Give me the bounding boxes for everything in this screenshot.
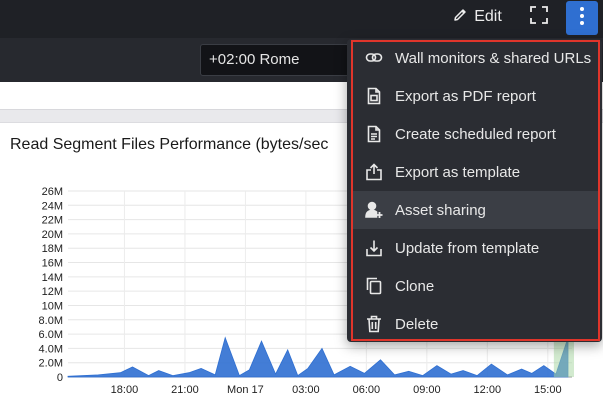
y-tick-label: 10M <box>42 300 63 312</box>
menu-item-label: Asset sharing <box>395 201 486 219</box>
menu-item-label: Delete <box>395 315 439 333</box>
export-icon <box>365 163 383 181</box>
edit-label: Edit <box>474 8 502 25</box>
menu-item-label: Create scheduled report <box>395 125 556 143</box>
y-tick-label: 24M <box>42 200 63 212</box>
fullscreen-icon <box>530 5 548 29</box>
menu-item-label: Export as PDF report <box>395 87 536 105</box>
x-tick-label: 18:00 <box>111 384 139 396</box>
menu-item-clone[interactable]: Clone <box>351 267 600 305</box>
pdf-report-icon <box>365 87 383 105</box>
y-tick-label: 14M <box>42 272 63 284</box>
y-tick-label: 12M <box>42 286 63 298</box>
y-tick-label: 18M <box>42 243 63 255</box>
menu-item-update-template[interactable]: Update from template <box>351 229 600 267</box>
top-bar <box>0 0 603 38</box>
x-tick-label: 21:00 <box>171 384 199 396</box>
timezone-select[interactable]: +02:00 Rome <box>200 44 350 76</box>
y-tick-label: 6.0M <box>39 329 63 341</box>
x-tick-label: 06:00 <box>353 384 381 396</box>
y-tick-label: 4.0M <box>39 343 63 355</box>
x-tick-label: 03:00 <box>292 384 320 396</box>
x-tick-label: 12:00 <box>474 384 502 396</box>
y-tick-label: 8.0M <box>39 315 63 327</box>
x-tick-label: 15:00 <box>534 384 562 396</box>
user-share-icon <box>365 201 383 219</box>
trash-icon <box>365 315 383 333</box>
y-tick-label: 22M <box>42 215 63 227</box>
x-tick-label: 09:00 <box>413 384 441 396</box>
series-area <box>67 336 569 378</box>
kebab-icon <box>579 6 585 31</box>
y-tick-label: 2.0M <box>39 358 63 370</box>
menu-item-label: Export as template <box>395 163 521 181</box>
menu-item-delete[interactable]: Delete <box>351 305 600 343</box>
panel-title: Read Segment Files Performance (bytes/se… <box>10 136 329 153</box>
menu-item-asset-sharing[interactable]: Asset sharing <box>351 191 600 229</box>
menu-item-export-pdf[interactable]: Export as PDF report <box>351 77 600 115</box>
menu-item-wall-monitors[interactable]: Wall monitors & shared URLs <box>351 39 600 77</box>
fullscreen-button[interactable] <box>522 3 556 31</box>
menu-item-scheduled-report[interactable]: Create scheduled report <box>351 115 600 153</box>
y-tick-label: 16M <box>42 258 63 270</box>
menu-item-label: Wall monitors & shared URLs <box>395 49 592 67</box>
menu-item-label: Update from template <box>395 239 540 257</box>
y-tick-label: 20M <box>42 229 63 241</box>
x-tick-label: Mon 17 <box>227 384 264 396</box>
clone-icon <box>365 277 383 295</box>
download-icon <box>365 239 383 257</box>
y-tick-label: 26M <box>42 186 63 198</box>
y-tick-label: 0 <box>57 372 63 384</box>
scheduled-report-icon <box>365 125 383 143</box>
edit-button[interactable]: Edit <box>448 3 506 31</box>
menu-item-label: Clone <box>395 277 435 295</box>
link-icon <box>365 49 383 67</box>
pencil-icon <box>452 7 468 28</box>
menu-item-export-template[interactable]: Export as template <box>351 153 600 191</box>
more-options-button[interactable] <box>566 1 598 35</box>
